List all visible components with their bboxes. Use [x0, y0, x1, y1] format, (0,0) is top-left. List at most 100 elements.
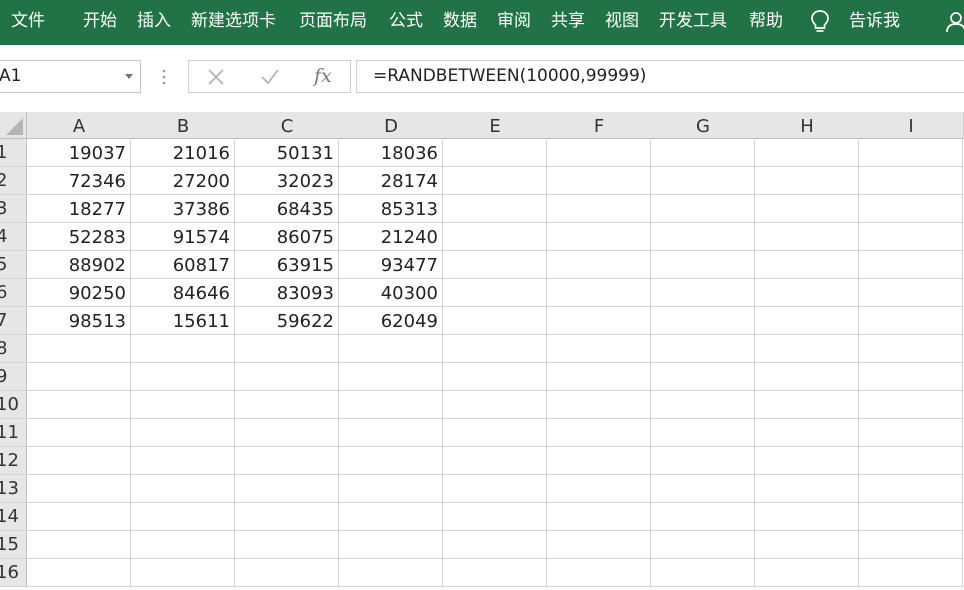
- cell-d16[interactable]: [339, 559, 443, 587]
- cell-g10[interactable]: [651, 391, 755, 419]
- tab-review[interactable]: 审阅: [497, 0, 531, 45]
- cell-a1[interactable]: 19037: [27, 139, 131, 167]
- cell-c9[interactable]: [235, 363, 339, 391]
- cell-d14[interactable]: [339, 503, 443, 531]
- cell-b4[interactable]: 91574: [131, 223, 235, 251]
- cell-e14[interactable]: [443, 503, 547, 531]
- cell-f16[interactable]: [547, 559, 651, 587]
- cell-i13[interactable]: [859, 475, 963, 503]
- column-header-f[interactable]: F: [547, 112, 652, 139]
- row-header-2[interactable]: 2: [0, 167, 27, 195]
- cell-c4[interactable]: 86075: [235, 223, 339, 251]
- tab-share[interactable]: 共享: [551, 0, 585, 45]
- cell-d5[interactable]: 93477: [339, 251, 443, 279]
- cell-g4[interactable]: [651, 223, 755, 251]
- cell-d9[interactable]: [339, 363, 443, 391]
- cell-d2[interactable]: 28174: [339, 167, 443, 195]
- row-header-12[interactable]: 12: [0, 447, 27, 475]
- cell-a10[interactable]: [27, 391, 131, 419]
- row-header-1[interactable]: 1: [0, 139, 27, 167]
- cell-h11[interactable]: [755, 419, 859, 447]
- cell-h10[interactable]: [755, 391, 859, 419]
- cell-e11[interactable]: [443, 419, 547, 447]
- cell-f15[interactable]: [547, 531, 651, 559]
- cell-e8[interactable]: [443, 335, 547, 363]
- cell-g8[interactable]: [651, 335, 755, 363]
- cell-f14[interactable]: [547, 503, 651, 531]
- cell-i15[interactable]: [859, 531, 963, 559]
- cell-b2[interactable]: 27200: [131, 167, 235, 195]
- cell-h1[interactable]: [755, 139, 859, 167]
- cell-f12[interactable]: [547, 447, 651, 475]
- cell-i12[interactable]: [859, 447, 963, 475]
- cell-c11[interactable]: [235, 419, 339, 447]
- cell-g3[interactable]: [651, 195, 755, 223]
- column-header-d[interactable]: D: [339, 112, 444, 139]
- cell-c6[interactable]: 83093: [235, 279, 339, 307]
- cell-d12[interactable]: [339, 447, 443, 475]
- tab-page-layout[interactable]: 页面布局: [299, 0, 367, 45]
- cell-e10[interactable]: [443, 391, 547, 419]
- cell-f13[interactable]: [547, 475, 651, 503]
- cell-b15[interactable]: [131, 531, 235, 559]
- cell-a15[interactable]: [27, 531, 131, 559]
- cell-g12[interactable]: [651, 447, 755, 475]
- cell-d15[interactable]: [339, 531, 443, 559]
- cell-b11[interactable]: [131, 419, 235, 447]
- cell-a3[interactable]: 18277: [27, 195, 131, 223]
- row-header-3[interactable]: 3: [0, 195, 27, 223]
- cell-e16[interactable]: [443, 559, 547, 587]
- tab-formulas[interactable]: 公式: [389, 0, 423, 45]
- cell-i9[interactable]: [859, 363, 963, 391]
- tab-data[interactable]: 数据: [443, 0, 477, 45]
- cell-b8[interactable]: [131, 335, 235, 363]
- column-header-a[interactable]: A: [27, 112, 132, 139]
- cell-h15[interactable]: [755, 531, 859, 559]
- column-header-b[interactable]: B: [131, 112, 236, 139]
- cell-f9[interactable]: [547, 363, 651, 391]
- tab-insert[interactable]: 插入: [137, 0, 171, 45]
- cell-f8[interactable]: [547, 335, 651, 363]
- cell-f4[interactable]: [547, 223, 651, 251]
- row-header-10[interactable]: 10: [0, 391, 27, 419]
- cell-i6[interactable]: [859, 279, 963, 307]
- cell-b9[interactable]: [131, 363, 235, 391]
- cell-a14[interactable]: [27, 503, 131, 531]
- cell-b5[interactable]: 60817: [131, 251, 235, 279]
- row-header-13[interactable]: 13: [0, 475, 27, 503]
- cell-b1[interactable]: 21016: [131, 139, 235, 167]
- cell-g15[interactable]: [651, 531, 755, 559]
- cell-c7[interactable]: 59622: [235, 307, 339, 335]
- cell-a9[interactable]: [27, 363, 131, 391]
- cell-i16[interactable]: [859, 559, 963, 587]
- cell-b6[interactable]: 84646: [131, 279, 235, 307]
- cell-h9[interactable]: [755, 363, 859, 391]
- cell-e12[interactable]: [443, 447, 547, 475]
- cell-b13[interactable]: [131, 475, 235, 503]
- person-icon[interactable]: [944, 9, 964, 35]
- cell-a7[interactable]: 98513: [27, 307, 131, 335]
- cell-h5[interactable]: [755, 251, 859, 279]
- row-header-8[interactable]: 8: [0, 335, 27, 363]
- cell-g1[interactable]: [651, 139, 755, 167]
- cell-c1[interactable]: 50131: [235, 139, 339, 167]
- cell-e13[interactable]: [443, 475, 547, 503]
- cell-f6[interactable]: [547, 279, 651, 307]
- cell-i11[interactable]: [859, 419, 963, 447]
- cell-f5[interactable]: [547, 251, 651, 279]
- cell-i14[interactable]: [859, 503, 963, 531]
- cell-d10[interactable]: [339, 391, 443, 419]
- cell-e5[interactable]: [443, 251, 547, 279]
- cell-b12[interactable]: [131, 447, 235, 475]
- cell-h16[interactable]: [755, 559, 859, 587]
- cell-d11[interactable]: [339, 419, 443, 447]
- lightbulb-icon[interactable]: [808, 9, 832, 35]
- cell-b16[interactable]: [131, 559, 235, 587]
- cell-i3[interactable]: [859, 195, 963, 223]
- cell-d3[interactable]: 85313: [339, 195, 443, 223]
- row-header-4[interactable]: 4: [0, 223, 27, 251]
- cell-g2[interactable]: [651, 167, 755, 195]
- cell-d8[interactable]: [339, 335, 443, 363]
- tab-help[interactable]: 帮助: [749, 0, 783, 45]
- cell-f2[interactable]: [547, 167, 651, 195]
